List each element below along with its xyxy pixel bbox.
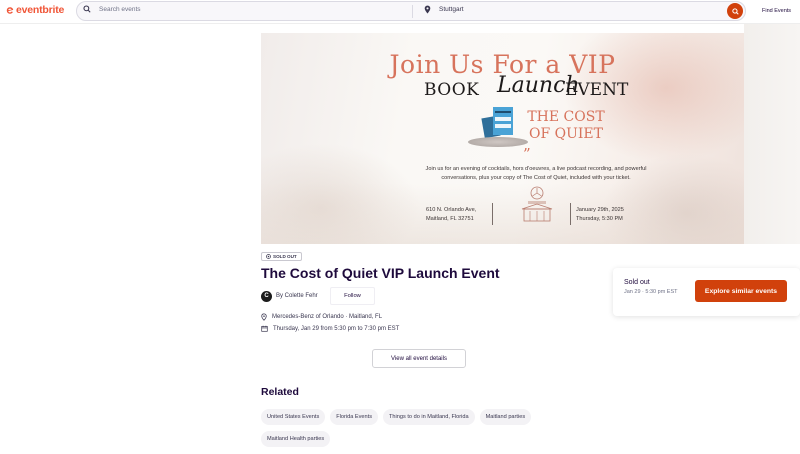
find-events-link[interactable]: Find Events (762, 8, 791, 14)
eventbrite-logo-icon (6, 6, 14, 14)
banner-address-line1: 610 N. Orlando Ave, (426, 207, 477, 213)
ticket-date: Jan 29 · 5:30 pm EST (624, 289, 678, 295)
location-input[interactable]: Stuttgart (439, 6, 464, 13)
search-bar[interactable]: Search events Stuttgart (76, 1, 746, 21)
banner-date-line2: Thursday, 5:30 PM (576, 215, 623, 222)
related-tag[interactable]: United States Events (261, 409, 326, 425)
follow-button[interactable]: Follow (330, 287, 375, 305)
event-location: Mercedes-Benz of Orlando · Maitland, FL (261, 313, 382, 321)
related-tag[interactable]: Florida Events (330, 409, 379, 425)
ticket-status: Sold out (624, 279, 650, 286)
banner-quote-mark: ” (523, 145, 531, 163)
related-tag[interactable]: Maitland parties (479, 409, 532, 425)
related-tag[interactable]: Things to do in Maitland, Florida (383, 409, 475, 425)
event-location-text: Mercedes-Benz of Orlando · Maitland, FL (272, 314, 383, 320)
banner-event-word: EVENT (565, 80, 629, 100)
search-icon (83, 5, 91, 13)
eventbrite-logo[interactable]: eventbrite (6, 4, 64, 16)
book-pedestal (468, 137, 528, 147)
search-input[interactable]: Search events (99, 6, 141, 13)
banner-date-line1: January 29th, 2025 (576, 207, 624, 213)
banner-table-surface (261, 183, 744, 244)
top-nav: eventbrite Search events Stuttgart Find … (0, 0, 800, 24)
banner-divider (570, 203, 571, 225)
banner-book-title: THE COST OF QUIET (527, 109, 605, 142)
explore-similar-events-button[interactable]: Explore similar events (695, 280, 787, 302)
logo-text: eventbrite (16, 4, 65, 16)
banner-address-line2: Maitland, FL 32751 (426, 215, 474, 222)
search-button[interactable] (727, 3, 743, 19)
event-title: The Cost of Quiet VIP Launch Event (261, 265, 500, 281)
calendar-icon (261, 325, 268, 332)
banner-address: 610 N. Orlando Ave, Maitland, FL 32751 (426, 206, 476, 223)
search-events-field[interactable]: Search events (83, 5, 141, 13)
ticket-card: Sold out Jan 29 · 5:30 pm EST Explore si… (613, 268, 800, 316)
organizer-avatar[interactable]: C (261, 290, 272, 302)
location-field[interactable]: Stuttgart (424, 5, 464, 14)
search-icon (731, 7, 739, 15)
search-divider (412, 5, 413, 18)
banner-date: January 29th, 2025 Thursday, 5:30 PM (576, 206, 624, 223)
hero-backdrop-right (744, 24, 800, 244)
organizer-name[interactable]: By Colette Fehr (276, 293, 318, 299)
view-all-details-button[interactable]: View all event details (372, 349, 466, 368)
related-tag[interactable]: Maitland Health parties (261, 431, 331, 447)
related-tags: United States Events Florida Events Thin… (261, 409, 601, 447)
location-pin-icon (424, 5, 431, 14)
event-datetime-text: Thursday, Jan 29 from 5:30 pm to 7:30 pm… (273, 325, 400, 332)
ticket-icon (266, 254, 271, 259)
banner-description: Join us for an evening of cocktails, hor… (425, 166, 647, 181)
venue-logo-icon (521, 186, 553, 222)
event-datetime: Thursday, Jan 29 from 5:30 pm to 7:30 pm… (261, 325, 399, 332)
related-heading: Related (261, 386, 299, 398)
event-banner-image: Join Us For a VIP BOOK Launch EVENT THE … (261, 33, 744, 244)
banner-book-word: BOOK (424, 80, 480, 100)
sold-out-badge-label: SOLD OUT (273, 254, 297, 259)
banner-divider (492, 203, 493, 225)
location-pin-icon (261, 313, 267, 321)
sold-out-badge: SOLD OUT (261, 252, 302, 261)
